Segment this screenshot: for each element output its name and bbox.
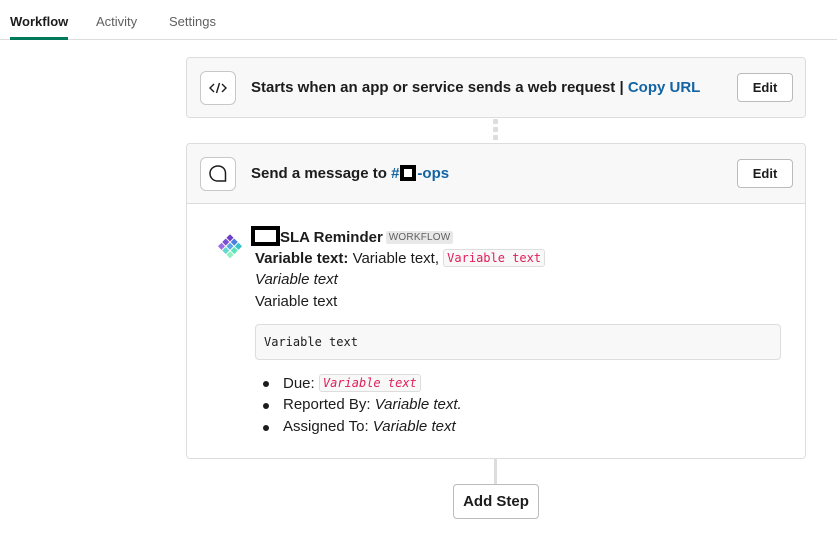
trigger-description: Starts when an app or service sends a we… bbox=[251, 79, 624, 96]
list-item-reported-by: Reported By: Variable text. bbox=[263, 396, 462, 418]
list-item-due: Due: Variable text bbox=[263, 374, 462, 396]
tab-activity[interactable]: Activity bbox=[96, 14, 137, 29]
bullet-list: Due: Variable text Reported By: Variable… bbox=[263, 374, 462, 440]
message-line-1: Variable text: Variable text, Variable t… bbox=[255, 249, 546, 267]
tab-workflow[interactable]: Workflow bbox=[10, 14, 68, 29]
message-step-card: Send a message to # -ops Edit SLA Reminde… bbox=[186, 143, 806, 459]
channel-link[interactable]: # -ops bbox=[391, 165, 449, 182]
message-step-prefix: Send a message to bbox=[251, 165, 387, 182]
message-line-3: Variable text bbox=[255, 293, 338, 310]
message-bubble-icon bbox=[200, 157, 236, 191]
add-step-connector bbox=[494, 459, 497, 484]
workflow-badge: WORKFLOW bbox=[385, 231, 454, 244]
inline-code: Variable text bbox=[443, 249, 546, 267]
message-line-2: Variable text bbox=[255, 271, 338, 288]
list-item-assigned-to: Assigned To: Variable text bbox=[263, 418, 462, 440]
redacted-name-block bbox=[251, 226, 280, 246]
code-icon bbox=[200, 71, 236, 105]
app-logo-icon bbox=[217, 234, 243, 259]
trigger-step-title: Starts when an app or service sends a we… bbox=[251, 79, 700, 96]
redacted-channel-block bbox=[400, 165, 417, 181]
step-connector bbox=[493, 119, 498, 143]
message-step-header: Send a message to # -ops Edit bbox=[187, 144, 805, 204]
add-step-button[interactable]: Add Step bbox=[453, 484, 539, 519]
sender-name: SLA Reminder bbox=[280, 229, 383, 246]
message-header: SLA Reminder WORKFLOW bbox=[251, 226, 454, 246]
trigger-edit-button[interactable]: Edit bbox=[737, 73, 793, 102]
trigger-step-card: Starts when an app or service sends a we… bbox=[186, 57, 806, 118]
message-edit-button[interactable]: Edit bbox=[737, 159, 793, 188]
tab-settings[interactable]: Settings bbox=[169, 14, 216, 29]
code-block: Variable text bbox=[255, 324, 781, 360]
tab-bar: Workflow Activity Settings bbox=[0, 0, 837, 40]
message-step-title: Send a message to # -ops bbox=[251, 165, 449, 182]
copy-url-link[interactable]: Copy URL bbox=[628, 79, 701, 96]
active-tab-indicator bbox=[10, 37, 68, 40]
